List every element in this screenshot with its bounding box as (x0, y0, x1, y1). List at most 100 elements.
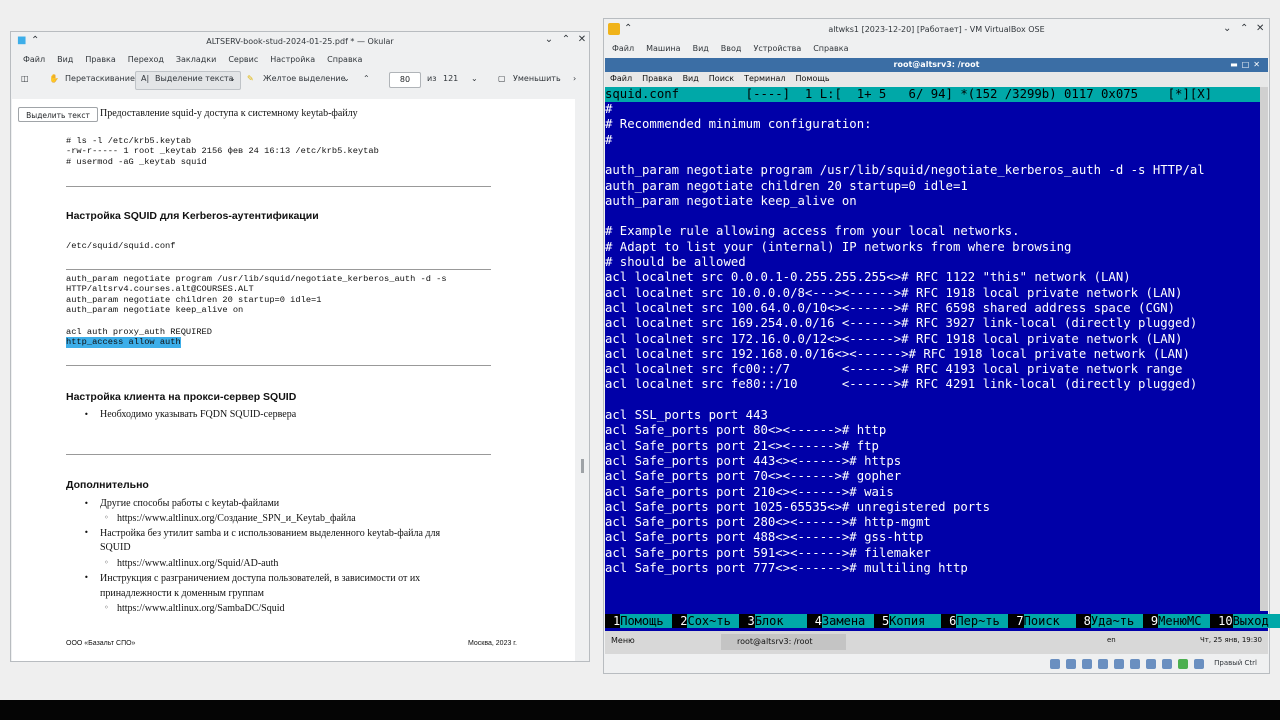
fkey-2[interactable]: 2 Сох~ть (672, 611, 740, 631)
vbox-titlebar[interactable]: ⌃ altwks1 [2023-12-20] [Работает] - VM V… (604, 19, 1269, 41)
vertical-scrollbar[interactable] (577, 99, 589, 661)
fkey-10[interactable]: 10 Выход (1210, 611, 1280, 631)
zoom-out-icon[interactable]: ▢ (498, 74, 506, 83)
vbox-menu-input[interactable]: Ввод (715, 41, 748, 57)
highlighter-icon[interactable]: ✎ (247, 74, 254, 83)
text-select-button[interactable]: Выделение текста (155, 74, 234, 83)
fkey-1[interactable]: 1 Помощь (605, 611, 673, 631)
menu-edit[interactable]: Правка (79, 52, 121, 68)
vbox-menu-file[interactable]: Файл (606, 41, 640, 57)
audio-icon[interactable] (1082, 659, 1092, 669)
page-number-input[interactable]: 80 (389, 72, 421, 88)
editor-line: auth_param negotiate children 20 startup… (605, 178, 968, 193)
shared-folders-icon[interactable] (1130, 659, 1140, 669)
fkey-8[interactable]: 8 Уда~ть (1075, 611, 1143, 631)
fkey-7[interactable]: 7 Поиск (1008, 611, 1076, 631)
fkey-label: Помощь (620, 614, 673, 628)
term-menu-help[interactable]: Помощь (791, 72, 835, 87)
usb-icon[interactable] (1114, 659, 1124, 669)
fkey-number: 10 (1210, 614, 1233, 628)
terminal-scrollbar[interactable] (1260, 87, 1268, 611)
pan-tool-button[interactable]: Перетаскивание (65, 74, 135, 83)
code-line: HTTP/altsrv4.courses.alt@COURSES.ALT (66, 284, 254, 294)
guest-task-terminal[interactable]: root@altsrv3: /root (721, 634, 846, 650)
term-menu-terminal[interactable]: Терминал (739, 72, 790, 87)
terminal-window-buttons[interactable]: ▬□✕ (1230, 58, 1264, 72)
bullet-icon: • (84, 528, 89, 537)
zoom-out-button[interactable]: Уменьшить (513, 74, 561, 83)
close-icon[interactable]: ✕ (575, 34, 589, 48)
menu-file[interactable]: Файл (17, 52, 51, 68)
editor-line: acl Safe_ports port 280<><------># http-… (605, 515, 931, 530)
menu-settings[interactable]: Настройка (264, 52, 321, 68)
text-select-icon[interactable]: A| (141, 74, 149, 83)
vbox-menu-devices[interactable]: Устройства (747, 41, 807, 57)
terminal-titlebar[interactable]: root@altsrv3: /root ▬□✕ (605, 58, 1268, 72)
vbox-menu-machine[interactable]: Машина (640, 41, 686, 57)
close-icon[interactable]: ✕ (1256, 23, 1264, 34)
menu-go[interactable]: Переход (122, 52, 170, 68)
term-menu-file[interactable]: Файл (605, 72, 637, 87)
guest-screen[interactable]: root@altsrv3: /root ▬□✕ Файл Правка Вид … (605, 58, 1280, 654)
toolbar-more-icon[interactable]: › (573, 74, 576, 83)
display-icon[interactable] (1146, 659, 1156, 669)
vbox-menu-view[interactable]: Вид (687, 41, 715, 57)
keyboard-layout-indicator[interactable]: en (1107, 636, 1116, 644)
bullet-icon: • (84, 499, 89, 508)
editor-line: auth_param negotiate program /usr/lib/sq… (605, 163, 1205, 178)
editor-line: # should be allowed (605, 255, 746, 269)
terminal-menubar: Файл Правка Вид Поиск Терминал Помощь (605, 72, 1268, 87)
editor-line: acl localnet src 0.0.0.1-0.255.255.255<>… (605, 270, 1131, 285)
term-menu-search[interactable]: Поиск (704, 72, 739, 87)
term-menu-edit[interactable]: Правка (637, 72, 677, 87)
menu-view[interactable]: Вид (51, 52, 79, 68)
editor-line: # (605, 132, 613, 147)
guest-clock[interactable]: Чт, 25 янв, 19:30 (1200, 636, 1262, 644)
mouse-integration-icon[interactable] (1194, 659, 1204, 669)
code-line: -rw-r----- 1 root _keytab 2156 фев 24 16… (66, 146, 379, 156)
fkey-3[interactable]: 3 Блок (739, 611, 807, 631)
term-menu-view[interactable]: Вид (678, 72, 704, 87)
fkey-number: 4 (806, 614, 822, 628)
mcedit-editor[interactable]: squid.conf [----] 1 L:[ 1+ 5 6/ 94] *(15… (605, 87, 1260, 611)
fkey-4[interactable]: 4 Замена (806, 611, 874, 631)
divider (66, 186, 491, 187)
minimize-icon[interactable]: ⌄ (1223, 23, 1231, 34)
pdf-page[interactable]: Выделить текст Предоставление squid-у до… (12, 99, 575, 661)
doc-link[interactable]: https://www.altlinux.org/Squid/AD-auth (117, 558, 278, 569)
minimize-icon[interactable]: ⌄ (542, 34, 556, 48)
fkey-number: 7 (1008, 614, 1024, 628)
menu-help[interactable]: Справка (321, 52, 368, 68)
fkey-9[interactable]: 9 МенюМС (1142, 611, 1211, 631)
sidebar-toggle-icon[interactable]: ◫ (21, 74, 29, 83)
maximize-icon[interactable]: ⌃ (559, 34, 573, 48)
doc-link[interactable]: https://www.altlinux.org/Создание_SPN_и_… (117, 513, 356, 524)
yellow-highlight-button[interactable]: Желтое выделение (263, 74, 346, 83)
guest-start-menu[interactable]: Меню (611, 636, 635, 645)
recording-icon[interactable] (1162, 659, 1172, 669)
chevron-down-icon[interactable]: ⌄ (343, 74, 350, 83)
optical-drive-icon[interactable] (1066, 659, 1076, 669)
fkey-label: Замена (821, 614, 874, 628)
fkey-number: 1 (605, 614, 621, 628)
menu-tools[interactable]: Сервис (222, 52, 264, 68)
fkey-label: Сох~ть (687, 614, 740, 628)
fkey-label: Поиск (1023, 614, 1076, 628)
chevron-down-icon[interactable]: ⌄ (229, 74, 236, 83)
network-icon[interactable] (1098, 659, 1108, 669)
menu-bookmarks[interactable]: Закладки (170, 52, 222, 68)
next-page-icon[interactable]: ⌄ (471, 74, 478, 83)
scrollbar-thumb[interactable] (581, 459, 584, 473)
doc-link[interactable]: https://www.altlinux.org/SambaDC/Squid (117, 603, 285, 614)
vbox-menubar: Файл Машина Вид Ввод Устройства Справка (604, 41, 1269, 57)
pan-tool-icon[interactable]: ✋ (49, 74, 59, 83)
doc-heading: Настройка SQUID для Kerberos-аутентифика… (66, 210, 319, 222)
okular-titlebar[interactable]: ■ ⌃ ALTSERV-book-stud-2024-01-25.pdf * —… (11, 32, 589, 52)
fkey-6[interactable]: 6 Пер~ть (941, 611, 1009, 631)
previous-page-icon[interactable]: ⌃ (363, 74, 370, 83)
fkey-5[interactable]: 5 Копия (873, 611, 942, 631)
select-text-button[interactable]: Выделить текст (18, 107, 98, 122)
hdd-icon[interactable] (1050, 659, 1060, 669)
maximize-icon[interactable]: ⌃ (1240, 23, 1248, 34)
vbox-menu-help[interactable]: Справка (807, 41, 854, 57)
